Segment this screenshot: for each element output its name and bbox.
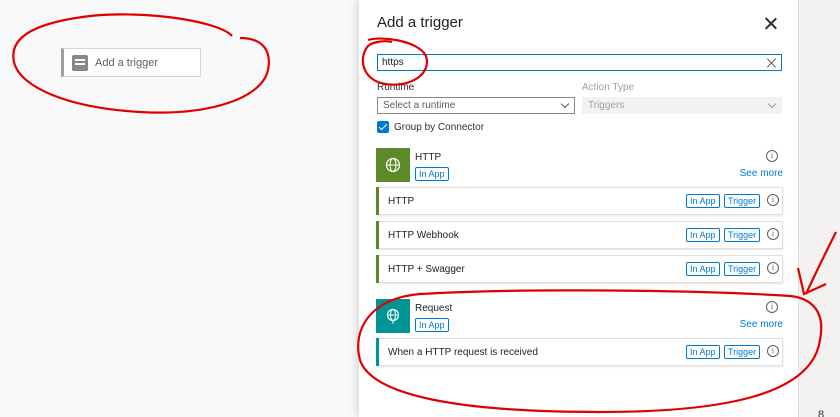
operation-http[interactable]: HTTP In App Trigger i <box>376 187 783 215</box>
info-icon[interactable]: i <box>767 345 779 357</box>
info-icon[interactable]: i <box>767 194 779 206</box>
add-trigger-card[interactable]: Add a trigger <box>61 48 201 77</box>
search-field[interactable] <box>377 54 782 71</box>
info-icon[interactable]: i <box>767 228 779 240</box>
runtime-dropdown[interactable]: Select a runtime <box>377 97 575 114</box>
see-more-link[interactable]: See more <box>740 168 783 179</box>
operation-http-webhook[interactable]: HTTP Webhook In App Trigger i <box>376 221 783 249</box>
globe-icon <box>376 299 410 333</box>
trigger-badge: Trigger <box>724 194 761 208</box>
group-by-connector-checkbox[interactable] <box>377 121 389 133</box>
close-icon[interactable] <box>762 15 780 33</box>
chevron-down-icon <box>560 99 570 109</box>
edge-number: 8 <box>818 409 825 417</box>
connector-request[interactable]: Request In App i See more <box>376 299 783 335</box>
operation-accent-bar <box>376 221 379 249</box>
in-app-badge: In App <box>415 318 449 332</box>
add-trigger-label: Add a trigger <box>95 56 158 69</box>
connector-http[interactable]: HTTP In App i See more <box>376 148 783 184</box>
in-app-badge: In App <box>686 345 720 359</box>
in-app-badge: In App <box>415 167 449 181</box>
runtime-label: Runtime <box>377 82 415 93</box>
operation-name: HTTP <box>388 196 415 207</box>
connector-name: HTTP <box>415 152 442 163</box>
operation-name: HTTP Webhook <box>388 230 459 241</box>
operation-accent-bar <box>376 255 379 283</box>
trigger-badge: Trigger <box>724 345 761 359</box>
connector-name: Request <box>415 303 453 314</box>
operation-accent-bar <box>376 187 379 215</box>
trigger-badge: Trigger <box>724 228 761 242</box>
runtime-dropdown-value: Select a runtime <box>383 100 456 111</box>
operation-http-swagger[interactable]: HTTP + Swagger In App Trigger i <box>376 255 783 283</box>
action-type-label: Action Type <box>582 82 635 93</box>
operation-http-request-received[interactable]: When a HTTP request is received In App T… <box>376 338 783 366</box>
in-app-badge: In App <box>686 194 720 208</box>
designer-canvas: Add a trigger <box>0 0 358 417</box>
chevron-down-icon <box>767 99 777 109</box>
clear-search-icon[interactable] <box>766 57 778 69</box>
add-trigger-panel: Add a trigger Runtime Action Type Select… <box>359 0 798 417</box>
operation-name: HTTP + Swagger <box>388 264 465 275</box>
panel-title: Add a trigger <box>377 14 463 31</box>
info-icon[interactable]: i <box>766 301 778 313</box>
in-app-badge: In App <box>686 228 720 242</box>
operation-accent-bar <box>376 338 379 366</box>
info-icon[interactable]: i <box>767 262 779 274</box>
operation-name: When a HTTP request is received <box>388 347 538 358</box>
info-icon[interactable]: i <box>766 150 778 162</box>
trigger-badge: Trigger <box>724 262 761 276</box>
search-input[interactable] <box>382 55 762 70</box>
group-by-connector-label: Group by Connector <box>394 122 485 133</box>
right-edge-strip: 8 <box>798 0 840 417</box>
trigger-icon <box>72 54 88 71</box>
in-app-badge: In App <box>686 262 720 276</box>
action-type-dropdown: Triggers <box>582 97 782 114</box>
action-type-value: Triggers <box>588 100 625 111</box>
globe-icon <box>376 148 410 182</box>
see-more-link[interactable]: See more <box>740 319 783 330</box>
